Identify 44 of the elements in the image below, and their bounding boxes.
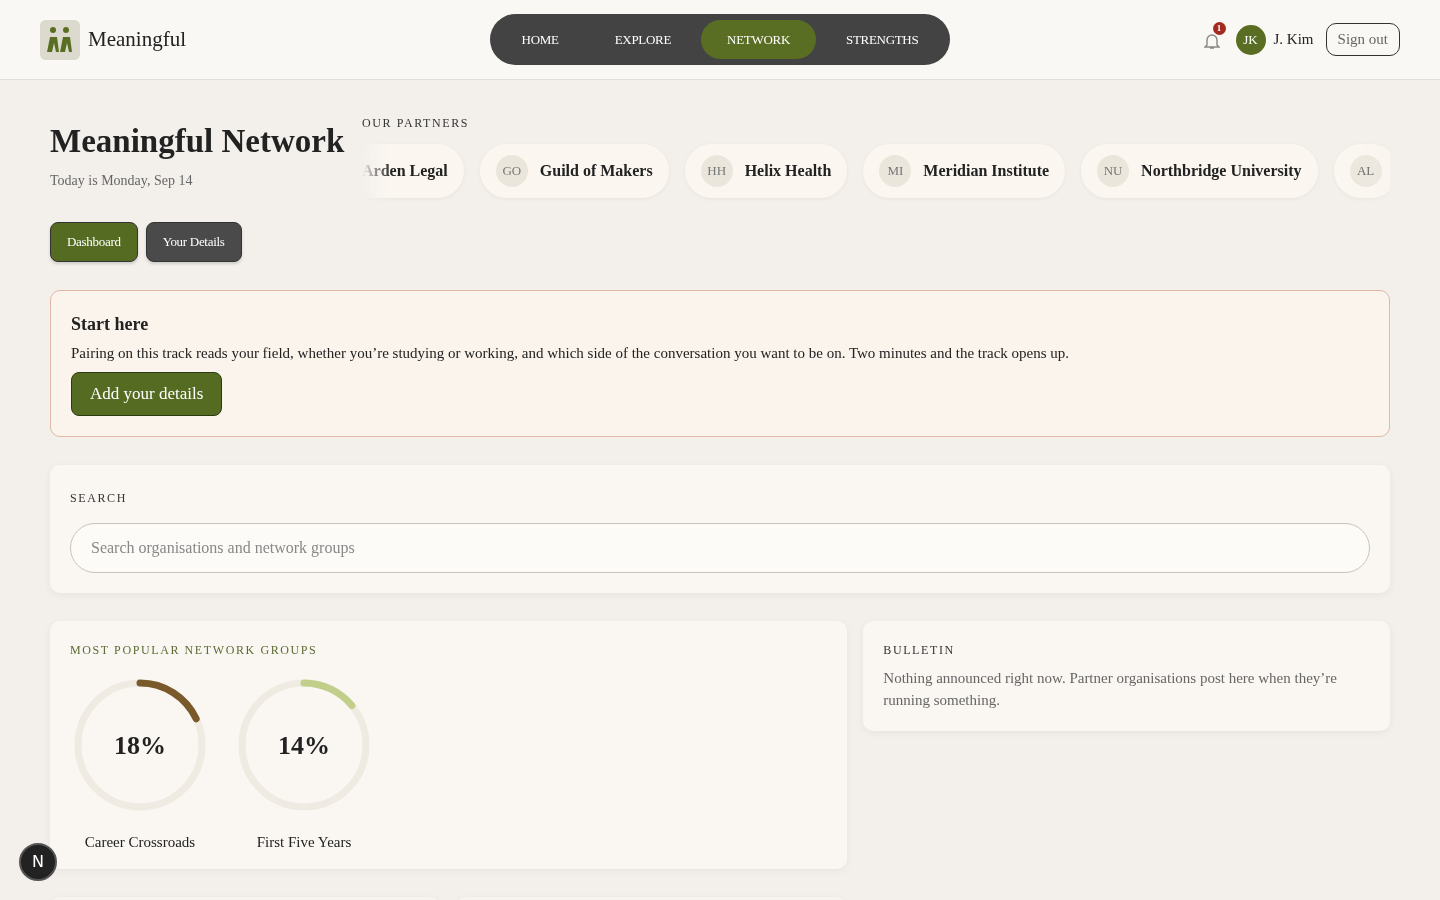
partner-chip[interactable]: MI Meridian Institute [863, 144, 1066, 198]
sign-out-button[interactable]: Sign out [1325, 23, 1400, 56]
intro-text: Pairing on this track reads your field, whether you’re studying or working, and which side of the conversation you want to be on. Two minutes and the track opens up. [71, 343, 1071, 363]
partner-chip[interactable]: Arden Legal [362, 144, 464, 198]
nav-tab[interactable]: EXPLORE [588, 19, 698, 60]
partner-avatar: HH [700, 155, 733, 187]
nav-tab[interactable]: NETWORK [701, 19, 816, 60]
brand-name: Meaningful [88, 25, 186, 53]
page-title: Meaningful Network [50, 122, 346, 161]
group-name[interactable]: Career Crossroads [84, 830, 196, 853]
search-field[interactable]: Search organisations and network groups [70, 522, 1370, 573]
bell-icon[interactable] [1203, 31, 1220, 50]
dev-tools-button[interactable]: N [19, 843, 57, 881]
partner-avatar: AL [1349, 155, 1382, 187]
partner-name: Arden Legal [362, 161, 448, 182]
partner-name: Northbridge University [1141, 161, 1302, 182]
partner-chip[interactable]: AL [1333, 144, 1390, 198]
date-text: Today is Monday, Sep 14 [50, 171, 194, 190]
partner-avatar: NU [1097, 155, 1130, 187]
section-heading: OUR PARTNERS [362, 115, 471, 132]
section-heading: BULLETIN [883, 641, 956, 659]
user-avatar: JK [1235, 24, 1266, 55]
percent-value: 18% [114, 729, 166, 761]
partner-name: Meridian Institute [923, 161, 1050, 181]
partner-chip[interactable]: HH Helix Health [684, 144, 848, 198]
group-name[interactable]: First Five Years [256, 830, 352, 853]
partner-chip[interactable]: NU Northbridge University [1081, 144, 1318, 198]
percent-value: 14% [278, 729, 330, 761]
user-name: J. Kim [1273, 30, 1314, 50]
partner-name: Helix Health [744, 161, 832, 181]
partner-avatar: MI [879, 155, 912, 187]
view-tab[interactable]: Your Details [145, 222, 242, 262]
section-heading: MOST POPULAR NETWORK GROUPS [70, 641, 319, 659]
card-title: Start here [71, 312, 150, 336]
notification-badge: 1 [1212, 21, 1226, 35]
nav-tab[interactable]: HOME [495, 19, 585, 60]
add-details-button[interactable]: Add your details [71, 372, 223, 416]
nav-tab[interactable]: STRENGTHS [819, 19, 945, 60]
bulletin-text: Nothing announced right now. Partner organisations post here when they’re running something. [883, 668, 1338, 710]
view-tab[interactable]: Dashboard [50, 222, 138, 262]
section-heading: SEARCH [70, 489, 128, 507]
partner-chip[interactable]: GO Guild of Makers [479, 144, 669, 198]
partner-avatar: GO [495, 155, 528, 187]
partner-name: Guild of Makers [539, 161, 653, 181]
